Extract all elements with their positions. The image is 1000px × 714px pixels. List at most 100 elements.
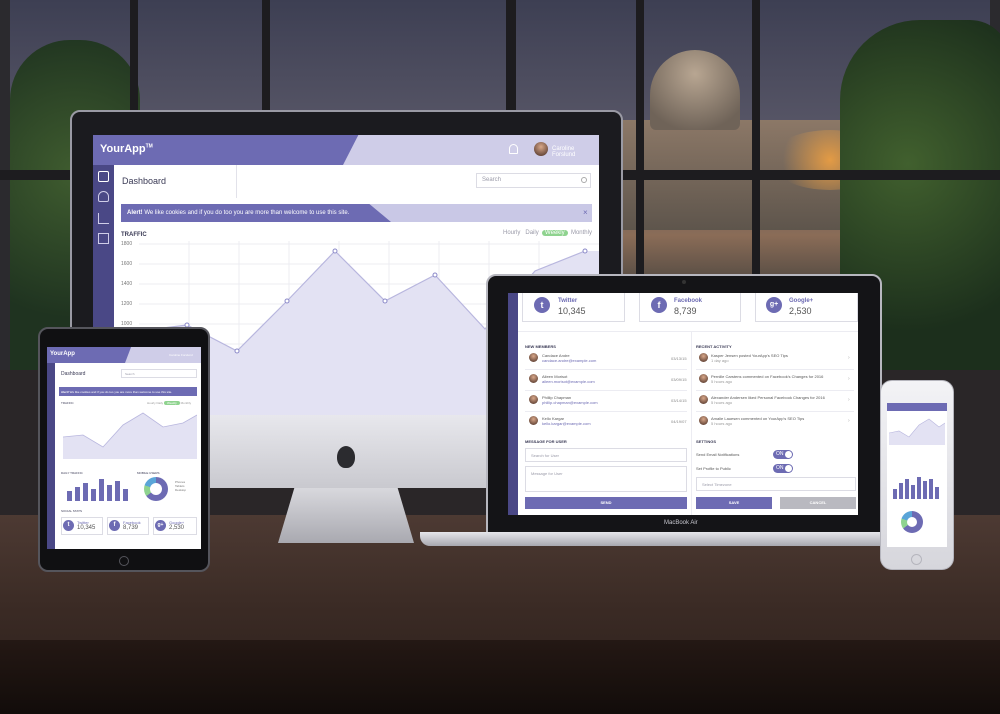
laptop-base [420,532,948,546]
y-tick: 1600 [121,261,133,267]
row-divider [525,390,687,391]
tablet-donut-chart [144,477,168,501]
phone-header [887,403,947,411]
alert-message: We like cookies and if you do too you ar… [142,210,350,216]
member-email: candace.andre@example.com [542,358,597,363]
chevron-right-icon: › [848,397,850,403]
search-user-input[interactable]: Search for User [525,448,687,462]
activity-text: Kasper Jensen posted YourApp's SEO Tips [711,353,788,358]
tablet-alert-strong: Alert! [61,390,69,394]
google-plus-icon: g+ [766,297,782,313]
tablet-user-name[interactable]: Caroline Forslund [169,353,193,357]
activity-time: 1 day ago [711,358,729,363]
tablet-tab-hourly[interactable]: Hourly [147,401,156,405]
message-title: MESSAGE FOR USER [525,439,567,444]
monitor-stand [278,488,414,543]
cookie-alert-text: Alert! We like cookies and if you do too… [127,210,349,216]
dome [650,50,740,130]
tablet-page-title: Dashboard [61,371,86,377]
tablet-tab-weekly[interactable]: Weekly [164,401,180,405]
row-divider [696,369,854,370]
y-tick: 1200 [121,301,133,307]
tablet-donut-legend: Phones Tablets Desktop [175,480,186,492]
tablet-search-input[interactable]: Search [121,369,197,378]
tab-monthly[interactable]: Monthly [571,230,592,236]
users-icon[interactable] [98,191,109,202]
setting-email-label: Send Email Notifications [696,452,740,457]
tablet-traffic-title: TRAFFIC [61,401,74,405]
tablet-cookie-alert: Alert! We like cookies and if you do too… [59,387,197,396]
phone-daily-traffic-chart [893,477,939,499]
range-tabs: Hourly Daily Weekly Monthly [503,230,592,236]
tablet-screen: YourApp Caroline Forslund Dashboard Sear… [47,347,201,549]
timezone-select[interactable]: Select Timezone [696,477,856,491]
avatar[interactable] [534,142,548,156]
y-tick: 1400 [121,281,133,287]
setting-public-label: Set Profile to Public [696,466,731,471]
public-profile-toggle[interactable]: ON [773,464,793,473]
apple-logo-icon [337,446,355,468]
message-textarea[interactable]: Message for User [525,466,687,492]
phone-screen [887,403,947,547]
y-axis-labels: 1800 1600 1400 1200 1000 [121,241,137,341]
calendar-icon[interactable] [98,171,109,182]
alert-close-icon[interactable]: × [583,208,588,217]
tablet-twitter-icon: t [63,520,74,531]
legend-desktop: Desktop [175,488,187,492]
member-date: 03/09/15 [671,377,687,382]
save-button[interactable]: SAVE [696,497,772,509]
email-notifications-toggle[interactable]: ON [773,450,793,459]
phone-donut-hole [907,517,917,527]
row-divider [696,390,854,391]
tab-weekly[interactable]: Weekly [542,230,568,236]
user-name[interactable]: Caroline Forslund [552,146,599,158]
search-icon[interactable] [581,177,587,183]
member-avatar [529,374,538,383]
facebook-label: Facebook [674,298,703,304]
tablet-social-title: SOCIAL STATS [61,509,82,513]
message-placeholder: Message for User [531,471,563,476]
tablet-search-placeholder: Search [125,372,135,376]
stats-icon[interactable] [98,213,109,224]
tablet-mobile-users-title: MOBILE USERS [137,471,160,475]
member-row[interactable]: Kello Kargar kello.kargar@example.com 04… [525,416,687,434]
tablet-facebook-icon: f [109,520,120,531]
search-user-placeholder: Search for User [531,453,560,458]
activity-avatar [699,416,708,425]
activity-time: 5 hours ago [711,421,733,426]
y-tick: 1800 [121,241,133,247]
tablet-brand[interactable]: YourApp [50,351,75,357]
activity-row[interactable]: Amalie Lauesen commented on YourApp's SE… [696,416,854,434]
brand-logo[interactable]: YourAppTM [100,143,153,155]
member-date: 04/19/07 [671,419,687,424]
cancel-button[interactable]: CANCEL [780,497,856,509]
list-icon[interactable] [98,233,109,244]
laptop-screen: t Twitter 10,345 f Facebook 8,739 g+ Goo… [508,293,858,515]
traffic-title: TRAFFIC [121,232,147,238]
chevron-right-icon: › [848,376,850,382]
recent-activity-title: RECENT ACTIVITY [696,344,732,349]
tablet-daily-traffic-chart [67,479,128,501]
brand-name: YourApp [100,143,146,155]
laptop-column-divider [691,331,692,515]
phone-home-button [911,554,922,565]
tab-daily[interactable]: Daily [525,230,538,236]
bell-icon[interactable] [509,144,518,154]
twitter-icon: t [534,297,550,313]
tab-hourly[interactable]: Hourly [503,230,520,236]
search-input[interactable]: Search [476,173,591,188]
member-date: 03/13/15 [671,356,687,361]
phone-donut-chart [901,511,923,533]
send-button[interactable]: SEND [525,497,687,509]
member-avatar [529,416,538,425]
tablet-tab-monthly[interactable]: Monthly [181,401,192,405]
laptop-camera [682,280,686,284]
chevron-right-icon: › [848,418,850,424]
tablet-traffic-chart [63,412,197,459]
activity-time: 5 hours ago [711,400,733,405]
desk-edge [0,640,1000,714]
tablet-tab-daily[interactable]: Daily [157,401,164,405]
tablet-range-tabs: Hourly Daily Weekly Monthly [147,401,191,405]
alert-strong: Alert! [127,210,143,216]
settings-title: SETTINGS [696,439,717,444]
